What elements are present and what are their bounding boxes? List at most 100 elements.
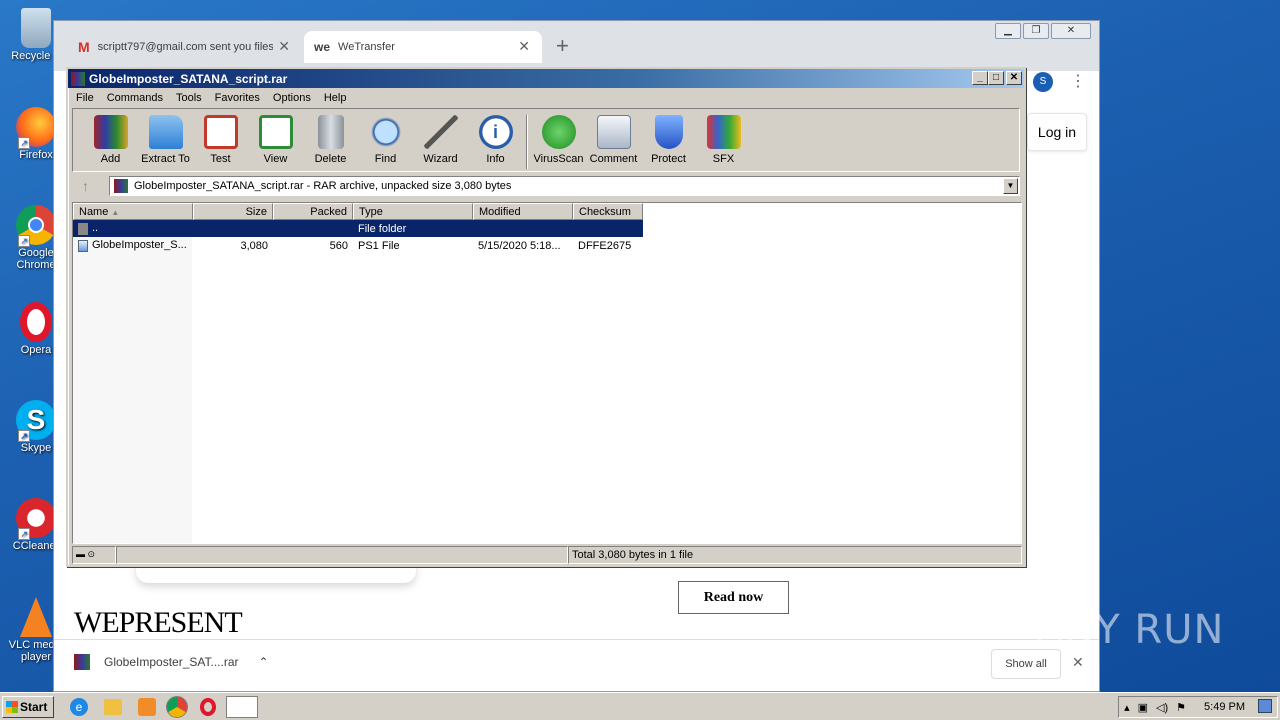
profile-avatar[interactable]: S (1033, 72, 1053, 92)
taskbar: Start e ▴ ▣ ◁) ⚑ 5:49 PM (0, 692, 1280, 720)
tool-label: Info (486, 153, 505, 165)
delete-button[interactable]: Delete (303, 115, 358, 165)
add-button[interactable]: Add (83, 115, 138, 165)
maximize-icon[interactable]: □ (988, 71, 1004, 85)
chrome-icon: ↗ (16, 205, 56, 247)
view-button[interactable]: View (248, 115, 303, 165)
tool-label: SFX (712, 153, 735, 165)
test-button[interactable]: Test (193, 115, 248, 165)
close-tab-icon[interactable]: ✕ (518, 38, 530, 55)
tool-label: Comment (589, 153, 638, 165)
restore-icon[interactable]: ❐ (1023, 23, 1049, 39)
start-label: Start (20, 699, 48, 714)
sfx-button[interactable]: SFX (696, 115, 751, 165)
close-tab-icon[interactable]: ✕ (278, 38, 290, 55)
column-modified[interactable]: Modified (473, 203, 573, 220)
menu-bar: File Commands Tools Favorites Options He… (68, 88, 1024, 108)
start-button[interactable]: Start (2, 695, 54, 718)
table-row[interactable]: .. File folder (73, 220, 643, 237)
folder-icon (148, 115, 183, 149)
winrar-titlebar: GlobeImposter_SATANA_script.rar _ □ ✕ (68, 69, 1024, 88)
extract-to-button[interactable]: Extract To (138, 115, 193, 165)
chevron-up-icon[interactable]: ⌃ (259, 655, 269, 669)
find-button[interactable]: Find (358, 115, 413, 165)
show-desktop-button[interactable] (1258, 699, 1272, 713)
vlc-icon (20, 597, 52, 637)
name-column-shade (73, 220, 192, 543)
shortcut-arrow-icon: ↗ (18, 430, 30, 442)
winrar-archive-icon (74, 654, 90, 670)
menu-help[interactable]: Help (324, 92, 347, 104)
ie-taskbar-icon[interactable]: e (70, 697, 88, 716)
column-packed[interactable]: Packed (273, 203, 353, 220)
drive-icons[interactable]: ▬ ⊙ (72, 546, 116, 564)
column-name[interactable]: Name ▲ (73, 203, 193, 220)
path-field[interactable]: GlobeImposter_SATANA_script.rar - RAR ar… (109, 176, 1020, 196)
cell-name: GlobeImposter_S... (73, 239, 193, 252)
table-row[interactable]: GlobeImposter_S... 3,080 560 PS1 File 5/… (73, 237, 1021, 254)
download-bar: GlobeImposter_SAT....rar ⌃ Show all ✕ (54, 639, 1099, 691)
tool-label: Test (210, 153, 231, 165)
menu-favorites[interactable]: Favorites (215, 92, 260, 104)
tray-chevron-icon[interactable]: ▴ (1124, 701, 1130, 714)
explorer-taskbar-icon[interactable] (104, 698, 122, 715)
column-size[interactable]: Size (193, 203, 273, 220)
download-filename: GlobeImposter_SAT....rar (104, 655, 239, 669)
flag-icon[interactable]: ⚑ (1176, 701, 1186, 714)
tab-gmail[interactable]: M scriptt797@gmail.com sent you files ✕ (68, 31, 302, 63)
show-all-button[interactable]: Show all (991, 649, 1061, 679)
menu-options[interactable]: Options (273, 92, 311, 104)
cell-type: PS1 File (358, 239, 400, 252)
menu-commands[interactable]: Commands (107, 92, 163, 104)
up-folder-icon[interactable]: ↑ (82, 178, 89, 194)
toolbar-separator (526, 115, 528, 169)
network-icon[interactable]: ▣ (1138, 701, 1148, 714)
wizard-button[interactable]: Wizard (413, 115, 468, 165)
column-type[interactable]: Type (353, 203, 473, 220)
virusscan-button[interactable]: VirusScan (531, 115, 586, 165)
media-player-taskbar-icon[interactable] (138, 697, 156, 716)
chevron-down-icon[interactable]: ▼ (1003, 178, 1018, 194)
tab-wetransfer[interactable]: we WeTransfer ✕ (304, 31, 542, 63)
toolbar: Add Extract To Test View Delete Find Wiz… (72, 108, 1020, 172)
chrome-menu-icon[interactable]: ⋮ (1070, 71, 1086, 91)
tab-label: WeTransfer (338, 41, 395, 53)
book-icon (258, 115, 293, 149)
windows-logo-icon (6, 700, 18, 713)
opera-taskbar-icon[interactable] (200, 697, 216, 716)
close-icon[interactable]: ✕ (1006, 71, 1022, 85)
archive-path: GlobeImposter_SATANA_script.rar - RAR ar… (134, 180, 512, 192)
recycle-bin-icon (21, 8, 51, 48)
clock[interactable]: 5:49 PM (1204, 701, 1245, 713)
protect-button[interactable]: Protect (641, 115, 696, 165)
tab-label: scriptt797@gmail.com sent you files (97, 41, 273, 53)
menu-tools[interactable]: Tools (176, 92, 202, 104)
powershell-file-icon (78, 239, 88, 252)
shortcut-arrow-icon: ↗ (18, 528, 30, 540)
minimize-icon[interactable]: _ (972, 71, 988, 85)
chrome-taskbar-icon[interactable] (166, 695, 188, 718)
column-checksum[interactable]: Checksum (573, 203, 643, 220)
close-window-icon[interactable]: ✕ (1051, 23, 1091, 39)
minimize-icon[interactable]: ▁ (995, 23, 1021, 39)
window-title: GlobeImposter_SATANA_script.rar (89, 71, 288, 86)
status-left (116, 546, 568, 564)
blank-taskbar-button[interactable] (226, 695, 258, 718)
download-item[interactable]: GlobeImposter_SAT....rar ⌃ (74, 654, 269, 670)
skype-icon: S ↗ (16, 400, 56, 442)
clipboard-check-icon (203, 115, 238, 149)
volume-icon[interactable]: ◁) (1156, 701, 1168, 714)
trash-icon (317, 115, 344, 149)
read-now-button[interactable]: Read now (678, 581, 789, 614)
add-archive-icon (93, 115, 128, 149)
tool-label: Protect (651, 153, 686, 165)
menu-file[interactable]: File (76, 92, 94, 104)
winrar-window: GlobeImposter_SATANA_script.rar _ □ ✕ Fi… (66, 67, 1026, 567)
new-tab-button[interactable]: + (556, 33, 569, 59)
login-button[interactable]: Log in (1027, 113, 1087, 151)
close-download-bar-icon[interactable]: ✕ (1072, 654, 1084, 671)
info-button[interactable]: i Info (468, 115, 523, 165)
comment-button[interactable]: Comment (586, 115, 641, 165)
comment-icon (596, 115, 631, 149)
winrar-app-icon (71, 71, 85, 86)
